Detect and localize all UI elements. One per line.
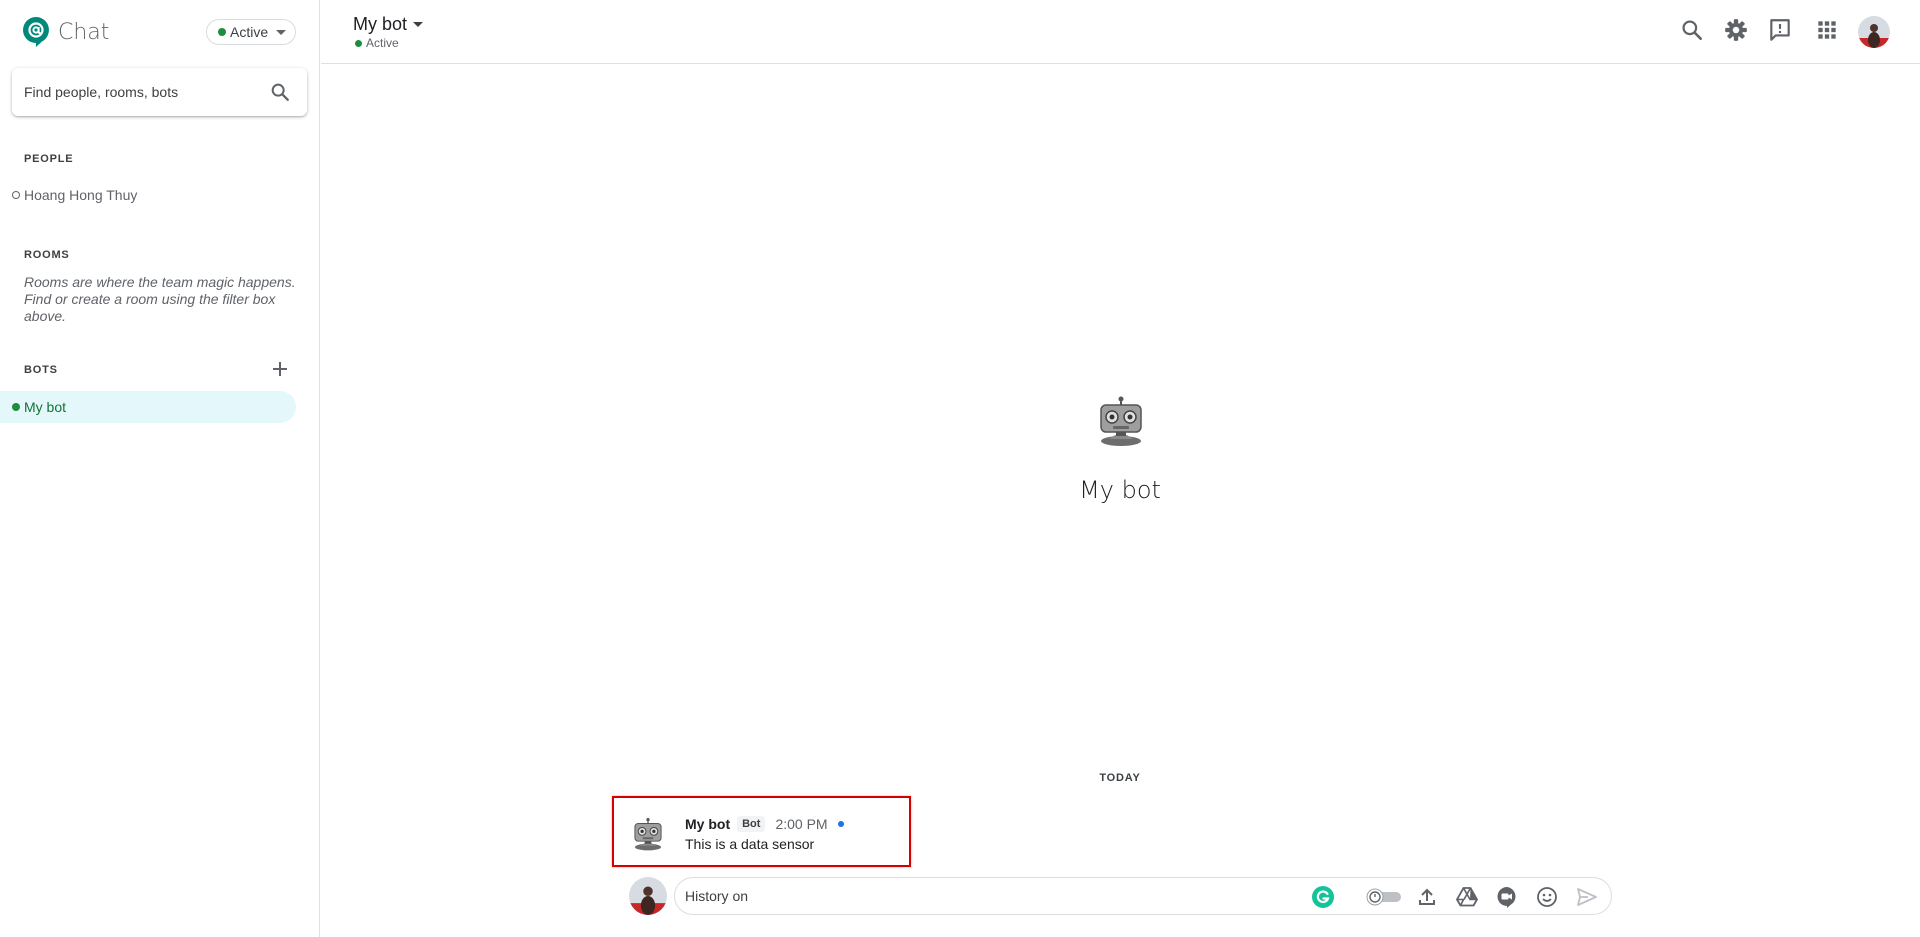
chat-app: Chat Active PEOPLE Hoang Hong Thuy ROOMS… — [0, 0, 1920, 937]
person-name: Hoang Hong Thuy — [24, 187, 138, 203]
sidebar-item-hoang-hong-thuy[interactable]: Hoang Hong Thuy — [12, 184, 137, 206]
user-avatar — [629, 877, 667, 915]
unread-indicator-icon — [837, 821, 844, 827]
emoji-icon[interactable] — [1535, 885, 1559, 909]
message-sender: My bot — [685, 816, 731, 832]
status-label: Active — [230, 24, 269, 40]
chevron-down-icon — [413, 22, 424, 27]
message-item[interactable]: My bot Bot 2:00 PM This is a data sensor — [612, 796, 911, 867]
avatar-photo — [1858, 16, 1890, 48]
offline-status-icon — [12, 191, 20, 199]
bot-avatar-icon — [634, 817, 662, 851]
section-title-people: PEOPLE — [24, 153, 74, 165]
drive-icon[interactable] — [1455, 885, 1479, 909]
bot-avatar-icon — [1100, 396, 1142, 446]
active-status-icon — [218, 28, 226, 36]
sidebar: Chat Active PEOPLE Hoang Hong Thuy ROOMS… — [0, 0, 320, 937]
message-time: 2:00 PM — [775, 816, 828, 832]
grammarly-icon[interactable] — [1311, 885, 1335, 909]
chat-status-label: Active — [366, 36, 399, 50]
active-status-icon — [12, 403, 20, 411]
message-composer — [674, 877, 1612, 915]
search-icon[interactable] — [1679, 17, 1705, 43]
history-toggle[interactable] — [1365, 888, 1403, 906]
app-name: Chat — [58, 19, 110, 45]
account-avatar[interactable] — [1858, 16, 1890, 48]
active-status-icon — [355, 39, 362, 47]
bot-intro-name: My bot — [1079, 476, 1161, 504]
date-divider: TODAY — [1099, 772, 1141, 784]
message-header: My bot Bot 2:00 PM — [685, 816, 844, 832]
search-input[interactable] — [24, 84, 254, 100]
bot-name: My bot — [24, 399, 67, 415]
chat-header: My bot Active — [321, 0, 1920, 64]
status-dropdown[interactable]: Active — [206, 19, 296, 45]
brand[interactable]: Chat — [22, 16, 109, 48]
chat-title: My bot — [353, 14, 408, 34]
apps-grid-icon[interactable] — [1814, 17, 1840, 43]
chat-logo-icon — [23, 17, 49, 47]
add-bot-icon[interactable] — [268, 357, 292, 381]
gear-icon[interactable] — [1723, 17, 1749, 43]
chat-title-dropdown[interactable]: My bot — [353, 14, 424, 35]
chat-status: Active — [355, 36, 399, 50]
section-title-rooms: ROOMS — [24, 249, 70, 261]
message-input[interactable] — [685, 888, 1245, 904]
bot-badge: Bot — [737, 816, 766, 832]
search-box — [12, 68, 307, 116]
upload-icon[interactable] — [1415, 885, 1439, 909]
rooms-empty-note: Rooms are where the team magic happens. … — [24, 274, 296, 324]
chevron-down-icon — [276, 29, 287, 35]
section-title-bots: BOTS — [24, 364, 58, 376]
avatar-photo — [629, 877, 667, 915]
feedback-icon[interactable] — [1767, 17, 1793, 43]
meet-icon[interactable] — [1495, 885, 1519, 909]
search-icon[interactable] — [269, 81, 291, 103]
sidebar-item-my-bot[interactable]: My bot — [0, 391, 296, 423]
message-text: This is a data sensor — [685, 836, 815, 852]
send-icon[interactable] — [1575, 885, 1599, 909]
